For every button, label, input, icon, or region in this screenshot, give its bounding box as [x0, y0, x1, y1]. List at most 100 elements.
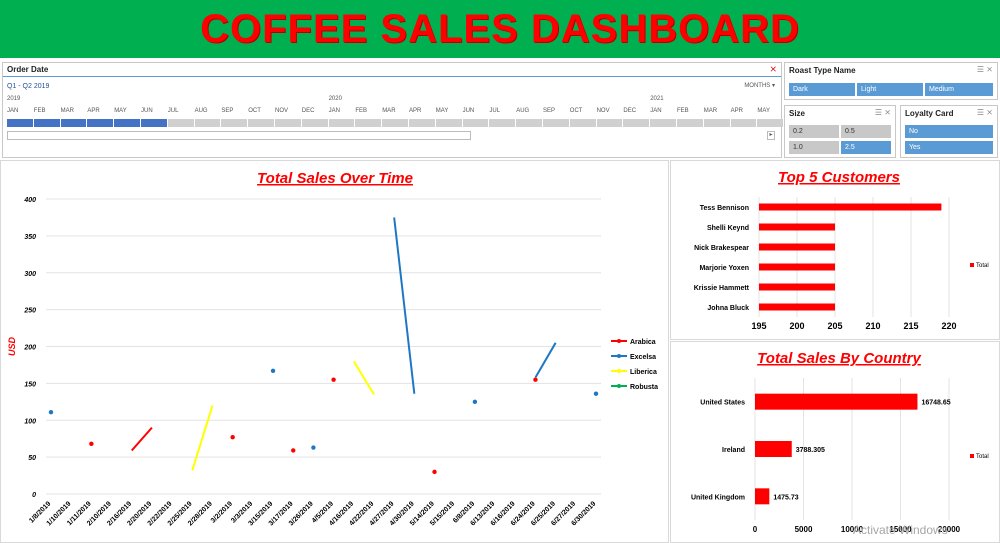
loyalty-card-slicer[interactable]: Loyalty Card ☰ ⨯ No Yes — [900, 105, 998, 158]
timeline-month-cell[interactable] — [275, 119, 302, 127]
bar — [759, 203, 942, 211]
timeline-month-label: AUG — [516, 108, 530, 114]
y-tick-label: 0 — [32, 492, 36, 499]
data-point — [89, 441, 94, 447]
bar — [759, 263, 835, 271]
timeline-month-cell[interactable] — [7, 119, 34, 127]
timeline-month-cell[interactable] — [409, 119, 436, 127]
bar — [759, 223, 835, 231]
dashboard: { "banner": { "title": "COFFEE SALES DAS… — [0, 0, 1000, 543]
roast-type-slicer[interactable]: Roast Type Name ☰ ⨯ Dark Light Medium — [784, 62, 998, 100]
timeline-month-cell[interactable] — [221, 119, 249, 127]
data-point — [270, 368, 276, 374]
order-date-timeline[interactable]: Order Date ⨯ Q1 - Q2 2019 MONTHS ▾ 2019 2… — [2, 62, 785, 158]
timeline-month-cell[interactable] — [516, 119, 543, 127]
y-tick-label: 250 — [23, 308, 36, 315]
timeline-month-label: NOV — [275, 108, 289, 114]
loyalty-slicer-title: Loyalty Card — [905, 109, 954, 118]
sales-over-time-chart: Total Sales Over Time 0 50 100 150 200 250 300 3… — [7, 170, 658, 527]
timeline-month-cell[interactable] — [33, 119, 61, 127]
size-slicer[interactable]: Size ☰ ⨯ 0.2 0.5 1.0 2.5 — [784, 105, 896, 158]
slicer-item-medium[interactable]: Medium — [925, 83, 993, 96]
timeline-month-cell[interactable] — [462, 119, 490, 127]
timeline-month-label: JUL — [489, 108, 501, 114]
timeline-month-cell[interactable] — [328, 119, 356, 127]
dashboard-title: COFFEE SALES DASHBOARD — [200, 6, 800, 51]
timeline-scrollbar[interactable] — [7, 131, 471, 140]
timeline-month-cell[interactable] — [382, 119, 409, 127]
timeline-month-label: MAY — [114, 108, 127, 114]
legend-marker — [617, 339, 621, 343]
category-label: Johna Bluck — [707, 305, 749, 312]
legend-marker — [617, 369, 621, 373]
timeline-month-cell[interactable] — [543, 119, 570, 127]
timeline-month-cell[interactable] — [87, 119, 115, 127]
slicer-item-size-0-2[interactable]: 0.2 — [789, 125, 839, 138]
timeline-month-label: DEC — [301, 108, 315, 114]
legend-label: Robusta — [630, 384, 658, 391]
timeline-month-label: APR — [409, 108, 422, 114]
timeline-title: Order Date — [7, 65, 49, 74]
timeline-month-cell[interactable] — [757, 119, 785, 127]
timeline-month-cell[interactable] — [489, 119, 517, 127]
timeline-month-cell[interactable] — [435, 119, 463, 127]
sales-by-country-panel: Total Sales By Country 0 5000 10000 15000 200… — [670, 341, 1000, 543]
timeline-month-label: MAY — [757, 108, 770, 114]
timeline-month-label: OCT — [569, 108, 583, 114]
timeline-level-dropdown[interactable]: MONTHS ▾ — [744, 82, 775, 89]
slicer-item-yes[interactable]: Yes — [905, 141, 993, 154]
x-tick-label: 0 — [753, 525, 758, 534]
slicer-item-light[interactable]: Light — [857, 83, 923, 96]
timeline-month-label: FEB — [355, 108, 368, 114]
size-slicer-title: Size — [789, 109, 806, 118]
roast-slicer-title: Roast Type Name — [789, 66, 856, 75]
timeline-month-cell[interactable] — [703, 119, 731, 127]
timeline-bar[interactable] — [7, 119, 785, 127]
timeline-month-cell[interactable] — [596, 119, 624, 127]
timeline-month-cell[interactable] — [355, 119, 383, 127]
slicer-item-size-2-5[interactable]: 2.5 — [841, 141, 891, 154]
timeline-month-cell[interactable] — [114, 119, 141, 127]
chart-title: Total Sales By Country — [757, 350, 921, 367]
timeline-month-cell[interactable] — [141, 119, 168, 127]
multiselect-icon[interactable]: ☰ ⨯ — [875, 108, 891, 117]
series-line-segment — [352, 360, 375, 395]
data-point — [593, 391, 599, 396]
timeline-month-label: JAN — [7, 108, 19, 114]
timeline-month-cell[interactable] — [623, 119, 651, 127]
x-tick-label: 200 — [789, 321, 804, 331]
sales-by-country-chart: Total Sales By Country0 5000 10000 15000 200… — [691, 350, 989, 534]
multiselect-icon[interactable]: ☰ ⨯ — [977, 108, 993, 117]
timeline-month-label: JUL — [167, 108, 179, 114]
y-tick-label: 400 — [23, 197, 36, 204]
timeline-month-cell[interactable] — [730, 119, 758, 127]
scroll-right-icon[interactable]: ▸ — [767, 131, 775, 140]
timeline-month-cell[interactable] — [301, 119, 329, 127]
slicer-item-size-0-5[interactable]: 0.5 — [841, 125, 891, 138]
clear-filter-icon[interactable]: ⨯ — [769, 64, 777, 75]
data-point — [291, 448, 296, 453]
timeline-month-cell[interactable] — [677, 119, 704, 127]
timeline-month-cell[interactable] — [248, 119, 275, 127]
data-point — [48, 409, 54, 415]
data-label: 3788.305 — [796, 447, 825, 454]
top-customers-panel: Top 5 Customers 195 200 205 210 215 220 Tess Be… — [670, 160, 1000, 340]
data-label: 1475.73 — [773, 494, 798, 501]
y-axis-label: USD — [7, 337, 17, 357]
timeline-month-label: SEP — [221, 108, 234, 114]
data-point — [230, 435, 235, 440]
multiselect-icon[interactable]: ☰ ⨯ — [977, 65, 993, 74]
slicer-item-no[interactable]: No — [905, 125, 993, 138]
legend-label: Total — [976, 263, 989, 269]
timeline-month-cell[interactable] — [194, 119, 222, 127]
timeline-month-label: FEB — [677, 108, 689, 114]
timeline-month-cell[interactable] — [167, 119, 195, 127]
timeline-month-cell[interactable] — [60, 119, 88, 127]
timeline-month-label: MAY — [435, 108, 449, 114]
timeline-month-cell[interactable] — [569, 119, 597, 127]
category-label: Nick Brakespear — [694, 245, 749, 252]
slicer-item-size-1-0[interactable]: 1.0 — [789, 141, 839, 154]
timeline-month-cell[interactable] — [650, 119, 677, 127]
timeline-month-label: JAN — [650, 108, 662, 114]
slicer-item-dark[interactable]: Dark — [789, 83, 855, 96]
